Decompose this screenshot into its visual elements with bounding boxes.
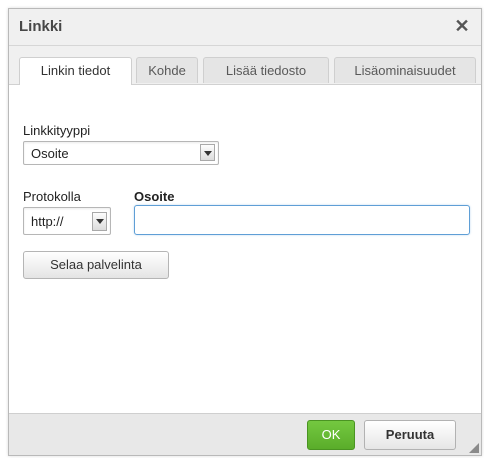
chevron-down-icon — [200, 144, 215, 161]
dialog-footer: OK Peruuta — [9, 413, 481, 455]
tab-bar: Linkin tiedot Kohde Lisää tiedosto Lisäo… — [9, 46, 481, 85]
tab-link-info[interactable]: Linkin tiedot — [19, 57, 132, 85]
link-dialog: Linkki ✕ Linkin tiedot Kohde Lisää tiedo… — [8, 8, 482, 456]
ok-button[interactable]: OK — [307, 420, 355, 450]
browse-server-button[interactable]: Selaa palvelinta — [23, 251, 169, 279]
protocol-select[interactable]: http:// — [23, 207, 111, 235]
tab-target[interactable]: Kohde — [136, 57, 198, 83]
tab-upload[interactable]: Lisää tiedosto — [203, 57, 329, 83]
protocol-label: Protokolla — [23, 189, 81, 204]
address-label: Osoite — [134, 189, 175, 204]
chevron-down-icon — [92, 212, 107, 231]
link-type-value: Osoite — [31, 146, 69, 161]
dialog-title: Linkki — [19, 18, 63, 35]
address-input[interactable] — [134, 205, 470, 235]
tab-advanced[interactable]: Lisäominaisuudet — [334, 57, 476, 83]
resize-grip-icon[interactable] — [469, 443, 479, 453]
tab-content: Linkkityyppi Osoite Protokolla http:// O… — [9, 85, 481, 415]
close-icon[interactable]: ✕ — [451, 15, 473, 37]
link-type-label: Linkkityyppi — [23, 123, 91, 138]
link-type-select[interactable]: Osoite — [23, 141, 219, 165]
protocol-value: http:// — [31, 214, 64, 229]
dialog-titlebar[interactable]: Linkki ✕ — [9, 9, 481, 46]
cancel-button[interactable]: Peruuta — [364, 420, 456, 450]
